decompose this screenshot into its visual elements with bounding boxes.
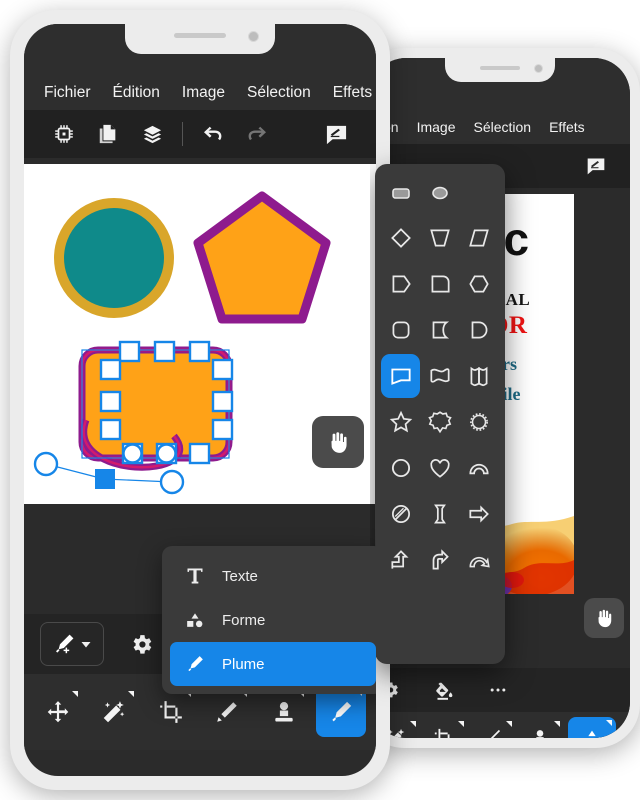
corner-marker	[554, 721, 560, 727]
menu-item-label: Plume	[222, 655, 265, 673]
tab-pen[interactable]	[315, 687, 366, 737]
shape-heart[interactable]	[420, 446, 459, 490]
tab-shapes[interactable]	[568, 717, 616, 738]
shape-arc[interactable]	[460, 446, 499, 490]
menu-item-texte[interactable]: Texte	[170, 554, 376, 598]
menu-item-forme[interactable]: Forme	[170, 598, 376, 642]
toolbar-divider	[182, 122, 183, 146]
menu-effets[interactable]: Effets	[549, 119, 585, 135]
pan-button[interactable]	[584, 598, 624, 638]
tab-crop[interactable]	[420, 718, 468, 738]
shape-flag[interactable]	[381, 354, 421, 398]
shape-arrow-right[interactable]	[460, 492, 499, 536]
layers-icon[interactable]	[130, 112, 174, 156]
tab-brush[interactable]	[468, 718, 516, 738]
shape-trapezoid[interactable]	[420, 216, 459, 260]
tab-stamp[interactable]	[516, 718, 564, 738]
tab-stamp[interactable]	[260, 688, 308, 736]
shape-burst[interactable]	[420, 400, 459, 444]
tab-pencil[interactable]	[203, 688, 251, 736]
shape-no-entry[interactable]	[381, 492, 420, 536]
back-phone-screen: tion Image Sélection Effets Pic SIONAL I…	[370, 58, 630, 738]
shape-bent-arrow[interactable]	[381, 538, 420, 582]
shape-sunburst[interactable]	[460, 400, 499, 444]
tool-popup-menu[interactable]: Texte Forme Plume	[162, 546, 376, 694]
tab-magic-wand[interactable]	[90, 688, 138, 736]
speaker-bar	[480, 66, 520, 70]
active-anchor	[95, 469, 115, 489]
shape-parallelogram[interactable]	[460, 216, 499, 260]
shape-grid	[375, 164, 505, 590]
shapes-icon	[182, 610, 208, 630]
text-icon	[182, 566, 208, 586]
tab-crop[interactable]	[147, 688, 195, 736]
shape-ellipse-filled[interactable]	[420, 172, 459, 214]
paint-bucket-icon[interactable]	[430, 676, 458, 704]
pan-button[interactable]	[312, 416, 364, 468]
shape-hexagon[interactable]	[460, 262, 499, 306]
signature-icon[interactable]	[578, 148, 614, 184]
corner-marker	[506, 721, 512, 727]
corner-marker	[72, 691, 78, 697]
corner-marker	[606, 720, 612, 726]
shape-rounded-rect-filled[interactable]	[381, 172, 420, 214]
gear-icon[interactable]	[126, 629, 156, 659]
shape-double-arrow[interactable]	[420, 492, 459, 536]
menu-selection[interactable]: Sélection	[474, 119, 532, 135]
shape-star[interactable]	[381, 400, 420, 444]
shape-diamond[interactable]	[381, 216, 420, 260]
menu-item-label: Forme	[222, 611, 266, 629]
undo-icon[interactable]	[191, 112, 235, 156]
shape-spacer	[460, 172, 499, 214]
chip-icon[interactable]	[42, 112, 86, 156]
chevron-down-icon	[81, 642, 91, 648]
front-toolbar	[24, 110, 376, 158]
menu-selection[interactable]: Sélection	[247, 84, 311, 102]
back-phone-device: tion Image Sélection Effets Pic SIONAL I…	[360, 48, 640, 748]
screenshot-stage: tion Image Sélection Effets Pic SIONAL I…	[0, 0, 640, 800]
documents-icon[interactable]	[86, 112, 130, 156]
shape-circle[interactable]	[381, 446, 420, 490]
signature-icon[interactable]	[314, 112, 358, 156]
pen-icon	[182, 654, 208, 674]
front-phone-screen: Fichier Édition Image Sélection Effets T…	[24, 24, 376, 776]
shape-picker-panel[interactable]	[375, 164, 505, 664]
tab-move[interactable]	[34, 688, 82, 736]
shape-banner[interactable]	[460, 354, 499, 398]
menu-fichier[interactable]: Fichier	[44, 84, 91, 102]
shape-rounded-square[interactable]	[381, 308, 420, 352]
drawing-canvas[interactable]	[24, 164, 376, 504]
circle-shape	[54, 198, 174, 318]
shape-curved-arrow[interactable]	[420, 538, 459, 582]
menu-edition[interactable]: Édition	[113, 84, 160, 102]
pen-tool-button[interactable]	[40, 622, 104, 666]
corner-marker	[458, 721, 464, 727]
redo-icon[interactable]	[235, 112, 279, 156]
menu-image[interactable]: Image	[417, 119, 456, 135]
back-tabbar	[370, 712, 630, 738]
menu-item-plume[interactable]: Plume	[170, 642, 376, 686]
corner-marker	[410, 721, 416, 727]
shape-square-round[interactable]	[420, 262, 459, 306]
menu-image[interactable]: Image	[182, 84, 225, 102]
corner-marker	[128, 691, 135, 697]
front-camera	[534, 64, 543, 73]
front-phone-device: Fichier Édition Image Sélection Effets T…	[10, 10, 390, 790]
back-phone-notch	[445, 58, 555, 82]
front-phone-notch	[125, 24, 275, 54]
menu-item-label: Texte	[222, 567, 258, 585]
shape-wave-flag[interactable]	[420, 354, 459, 398]
shape-arc-arrow[interactable]	[460, 538, 499, 582]
shape-half-moon[interactable]	[420, 308, 459, 352]
pen-add-icon	[56, 634, 74, 654]
back-option-bar	[370, 668, 630, 712]
more-icon[interactable]	[484, 676, 512, 704]
menu-effets[interactable]: Effets	[333, 84, 372, 102]
front-camera	[248, 31, 259, 42]
shape-pentagon-tag[interactable]	[381, 262, 420, 306]
shape-d[interactable]	[460, 308, 499, 352]
speaker-bar	[174, 33, 226, 38]
pentagon-shape	[193, 191, 331, 324]
